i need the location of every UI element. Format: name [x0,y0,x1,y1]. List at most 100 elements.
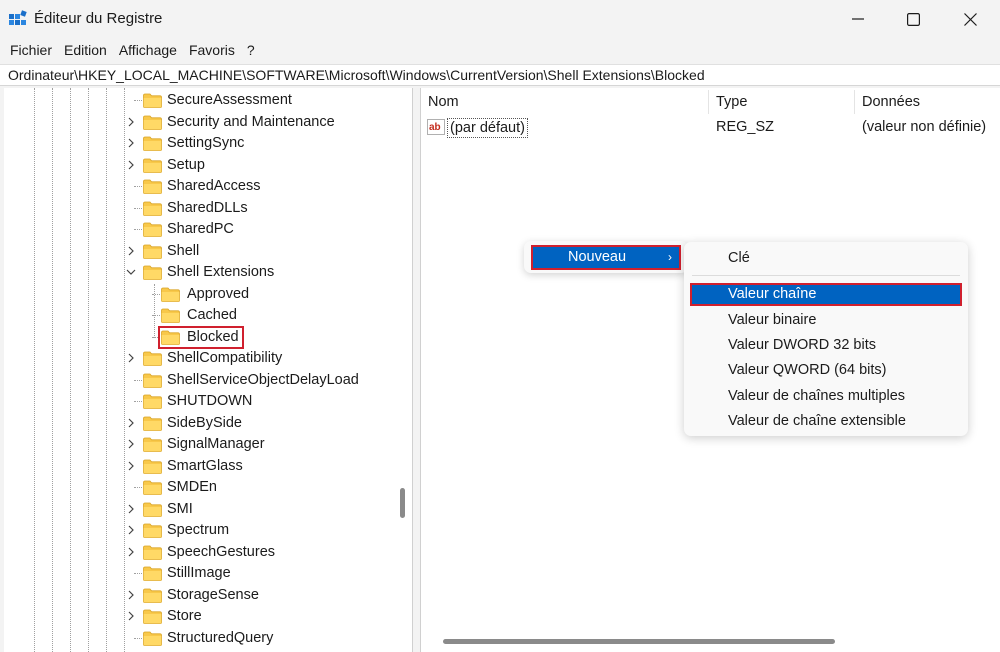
minimize-button[interactable] [830,0,886,38]
submenu-item-multi-string-value[interactable]: Valeur de chaînes multiples [692,385,960,407]
new-submenu: Clé Valeur chaîne Valeur binaire Valeur … [684,242,968,436]
menu-item-new[interactable]: Nouveau › [532,246,680,268]
folder-icon [143,222,162,237]
chevron-right-icon[interactable] [125,608,137,624]
chevron-down-icon[interactable] [125,264,137,280]
submenu-item-binary-value[interactable]: Valeur binaire [692,309,960,331]
tree-item-label: SignalManager [167,436,265,452]
tree-item[interactable]: SMDEn [4,477,399,498]
close-icon [963,12,977,26]
submenu-item-label: Valeur chaîne [728,286,817,302]
folder-icon [143,502,162,517]
chevron-right-icon[interactable] [125,544,137,560]
maximize-icon [906,12,920,26]
tree-item[interactable]: Spectrum [4,520,399,541]
column-name[interactable]: Nom [421,90,709,114]
submenu-item-qword-value[interactable]: Valeur QWORD (64 bits) [692,359,960,381]
minimize-icon [852,18,864,20]
tree-item[interactable]: SHUTDOWN [4,391,399,412]
tree-connector [134,573,142,574]
tree-item[interactable]: SideBySide [4,413,399,434]
key-tree[interactable]: SecureAssessment Security and Maintenance… [4,88,413,652]
menu-favorites[interactable]: Favoris [183,38,241,62]
menu-file[interactable]: Fichier [4,38,58,62]
tree-item[interactable]: SharedDLLs [4,198,399,219]
tree-item[interactable]: Setup [4,155,399,176]
folder-icon [143,523,162,538]
column-type[interactable]: Type [709,90,855,114]
tree-item[interactable]: Security and Maintenance [4,112,399,133]
folder-icon [161,287,180,302]
maximize-button[interactable] [885,0,941,38]
tree-item[interactable]: SecureAssessment [4,90,399,111]
tree-connector [134,401,142,402]
svg-text:ab: ab [429,122,441,133]
value-type: REG_SZ [716,119,775,135]
tree-connector [134,207,142,209]
tree-connector [134,379,142,381]
horizontal-scrollbar[interactable] [443,639,835,644]
chevron-right-icon[interactable] [125,458,137,474]
chevron-right-icon[interactable] [125,436,137,452]
folder-icon [143,179,162,194]
submenu-item-expandable-string-value[interactable]: Valeur de chaîne extensible [692,410,960,432]
tree-item[interactable]: ShellServiceObjectDelayLoad [4,370,399,391]
tree-item[interactable]: StorageSense [4,585,399,606]
value-data: (valeur non définie) [862,119,987,135]
folder-icon [143,631,162,646]
menu-edit[interactable]: Edition [58,38,113,62]
folder-icon [143,416,162,431]
tree-item[interactable]: Approved [4,284,399,305]
tree-item[interactable]: Cached [4,305,399,326]
tree-item-label: SmartGlass [167,457,243,474]
menu-bar: Fichier Edition Affichage Favoris ? [0,38,1000,62]
menu-view[interactable]: Affichage [113,38,183,62]
column-data[interactable]: Données [855,90,1000,114]
submenu-item-key[interactable]: Clé [692,247,960,269]
chevron-right-icon[interactable] [125,415,137,431]
chevron-right-icon[interactable] [125,587,137,603]
tree-item[interactable]: Shell Extensions [4,262,399,283]
chevron-right-icon[interactable] [125,157,137,173]
tree-item[interactable]: StructuredQuery [4,628,399,649]
chevron-right-icon[interactable] [125,114,137,130]
chevron-right-icon[interactable] [125,350,137,366]
tree-guide [154,283,155,338]
chevron-right-icon[interactable] [125,522,137,538]
submenu-item-label: Valeur de chaîne extensible [728,413,906,429]
menu-help[interactable]: ? [241,38,261,62]
chevron-right-icon[interactable] [125,243,137,259]
address-bar[interactable]: Ordinateur\HKEY_LOCAL_MACHINE\SOFTWARE\M… [0,64,1000,86]
tree-item[interactable]: Shell [4,241,399,262]
close-button[interactable] [942,0,998,38]
registry-app-icon [9,10,27,25]
chevron-right-icon[interactable] [125,501,137,517]
tree-item[interactable]: SettingSync [4,133,399,154]
submenu-item-string-value[interactable]: Valeur chaîne [692,283,960,305]
tree-item[interactable]: Store [4,606,399,627]
tree-item[interactable]: SharedPC [4,219,399,240]
tree-item-label: ShellCompatibility [167,350,283,366]
tree-scrollbar[interactable] [400,488,405,518]
tree-item[interactable]: StillImage [4,563,399,584]
tree-item-label: Security and Maintenance [167,113,335,130]
value-row[interactable]: ab (par défaut) REG_SZ (valeur non défin… [421,116,1000,138]
tree-item[interactable]: SpeechGestures [4,542,399,563]
tree-item[interactable]: ShellCompatibility [4,348,399,369]
tree-item[interactable]: SMI [4,499,399,520]
tree-item[interactable]: SignalManager [4,434,399,455]
context-menu: Nouveau › [524,241,688,273]
chevron-right-icon[interactable] [125,135,137,151]
tree-connector [134,186,142,187]
submenu-item-label: Valeur DWORD 32 bits [728,337,876,353]
window-title: Éditeur du Registre [34,10,163,27]
tree-connector [134,100,142,101]
tree-item[interactable]: Blocked [4,325,399,349]
tree-item[interactable]: SmartGlass [4,456,399,477]
tree-item-label: Approved [187,285,250,302]
folder-icon [143,93,162,108]
tree-item[interactable]: SharedAccess [4,176,399,197]
submenu-item-dword-value[interactable]: Valeur DWORD 32 bits [692,334,960,356]
folder-icon [143,158,162,173]
tree-item-label: Spectrum [167,522,230,538]
